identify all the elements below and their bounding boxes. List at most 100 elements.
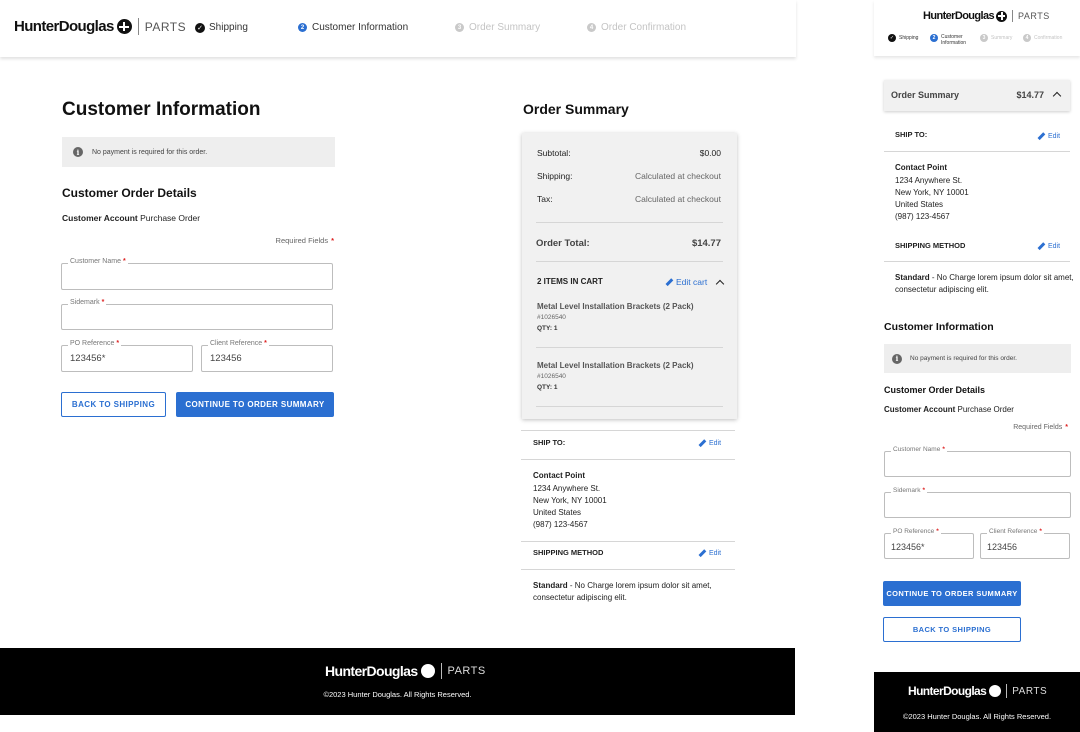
cart-item-qty: QTY: 1 xyxy=(537,325,558,332)
step-label: Customer Information xyxy=(312,22,409,33)
step-number: 3 xyxy=(455,23,464,32)
step-summary: 3 Summary xyxy=(980,34,1012,42)
ship-to-name: Contact Point xyxy=(533,471,585,480)
pencil-icon xyxy=(1037,243,1044,250)
ship-to-edit-link[interactable]: Edit xyxy=(698,440,721,447)
back-to-shipping-button[interactable]: BACK TO SHIPPING xyxy=(883,617,1021,642)
brand-name: HunterDouglas xyxy=(923,10,995,22)
customer-account-value: Purchase Order xyxy=(140,213,201,223)
step-shipping[interactable]: ✓ Shipping xyxy=(888,34,918,42)
step-confirmation: 4 Confirmation xyxy=(1023,34,1062,42)
edit-label: Edit xyxy=(709,440,722,447)
step-label: Shipping xyxy=(209,22,248,33)
client-reference-field[interactable]: Client Reference * 123456 xyxy=(980,528,1070,559)
ship-to-name: Contact Point xyxy=(895,163,947,172)
cart-item-name: Metal Level Installation Brackets (2 Pac… xyxy=(537,361,694,370)
order-details-heading: Customer Order Details xyxy=(884,385,986,395)
back-to-shipping-button[interactable]: BACK TO SHIPPING xyxy=(61,392,166,417)
brand-divider xyxy=(1012,10,1014,22)
step-label: Summary xyxy=(991,35,1013,41)
required-marker: * xyxy=(331,236,334,245)
chevron-up-icon[interactable] xyxy=(715,279,725,289)
chevron-up-icon[interactable] xyxy=(1052,91,1062,101)
edit-label: Edit xyxy=(709,550,722,557)
payment-notice: i No payment is required for this order. xyxy=(884,344,1071,373)
step-shipping[interactable]: ✓ Shipping xyxy=(195,22,248,33)
edit-cart-link[interactable]: Edit cart xyxy=(665,277,707,287)
customer-name-field[interactable]: Customer Name * xyxy=(884,446,1071,477)
divider xyxy=(884,261,1070,262)
divider xyxy=(521,430,735,431)
step-customer-information[interactable]: 2 Customer Information xyxy=(298,22,408,33)
ship-to-phone: (987) 123-4567 xyxy=(895,212,950,221)
step-customer-information[interactable]: 2 Customer Information xyxy=(930,34,966,46)
step-label: Order Confirmation xyxy=(601,22,687,33)
client-reference-value: 123456 xyxy=(210,353,242,364)
cart-item-qty: QTY: 1 xyxy=(537,384,558,391)
cart-item-sku: #1026540 xyxy=(537,373,566,380)
footer-brand-logo[interactable]: HunterDouglas PARTS xyxy=(908,684,1047,698)
continue-to-order-summary-button[interactable]: CONTINUE TO ORDER SUMMARY xyxy=(883,581,1021,606)
customer-name-label: Customer Name * xyxy=(68,258,128,265)
customer-name-field[interactable]: Customer Name * xyxy=(61,258,333,290)
client-reference-field[interactable]: Client Reference * 123456 xyxy=(201,340,333,372)
step-number: 4 xyxy=(587,23,596,32)
divider xyxy=(536,347,723,348)
brand-logo[interactable]: HunterDouglas PARTS xyxy=(923,10,1050,22)
pencil-icon xyxy=(698,550,705,557)
step-label: Order Summary xyxy=(469,22,541,33)
ship-to-country: United States xyxy=(895,200,944,209)
step-label-line: Information xyxy=(941,40,967,46)
brand-logo[interactable]: HunterDouglas PARTS xyxy=(14,18,186,35)
shipping-method-edit-link[interactable]: Edit xyxy=(1037,243,1060,250)
shipping-method-edit-link[interactable]: Edit xyxy=(698,550,721,557)
sidemark-field[interactable]: Sidemark * xyxy=(61,299,333,330)
order-total-value: $14.77 xyxy=(1016,90,1044,100)
ship-to-edit-link[interactable]: Edit xyxy=(1037,133,1060,140)
sidemark-field[interactable]: Sidemark * xyxy=(884,487,1071,518)
shipping-value: Calculated at checkout xyxy=(635,171,721,181)
po-reference-field[interactable]: PO Reference * 123456* xyxy=(884,528,974,559)
hunterdouglas-logo-icon xyxy=(989,685,1002,697)
mobile-order-summary-toggle[interactable]: Order Summary $14.77 xyxy=(884,80,1070,111)
copyright: ©2023 Hunter Douglas. All Rights Reserve… xyxy=(902,712,1052,721)
client-reference-label: Client Reference * xyxy=(208,340,269,347)
shipping-method-text: Standard - No Charge lorem ipsum dolor s… xyxy=(533,580,728,604)
pencil-icon xyxy=(698,440,705,447)
items-in-cart-heading: 2 ITEMS IN CART xyxy=(537,277,603,286)
shipping-method-name: Standard xyxy=(895,273,930,282)
step-number: 4 xyxy=(1023,34,1031,42)
brand-name: HunterDouglas xyxy=(908,684,987,698)
check-icon: ✓ xyxy=(195,22,205,33)
continue-to-order-summary-button[interactable]: CONTINUE TO ORDER SUMMARY xyxy=(176,392,334,417)
page-title: Customer Information xyxy=(62,99,261,120)
ship-to-heading: SHIP TO: xyxy=(895,130,928,139)
brand-divider xyxy=(137,18,139,35)
brand-divider xyxy=(440,663,442,679)
footer-brand-logo[interactable]: HunterDouglas PARTS xyxy=(325,663,486,679)
divider xyxy=(521,569,735,570)
ship-to-address1: 1234 Anywhere St. xyxy=(895,176,963,185)
tax-value: Calculated at checkout xyxy=(635,194,721,204)
divider xyxy=(884,151,1070,152)
po-reference-field[interactable]: PO Reference * 123456* xyxy=(61,340,193,372)
copyright: ©2023 Hunter Douglas. All Rights Reserve… xyxy=(323,690,472,699)
mobile-header: HunterDouglas PARTS ✓ Shipping 2 Custome… xyxy=(874,0,1080,56)
shipping-method-heading: SHIPPING METHOD xyxy=(895,241,966,250)
pencil-icon xyxy=(1037,133,1044,140)
desktop-view: HunterDouglas PARTS ✓ Shipping 2 Custome… xyxy=(0,0,796,732)
tax-label: Tax: xyxy=(537,194,553,204)
divider xyxy=(521,541,735,542)
ship-to-address1: 1234 Anywhere St. xyxy=(533,484,601,493)
divider xyxy=(536,406,723,407)
order-summary-card: Subtotal: $0.00 Shipping: Calculated at … xyxy=(522,133,737,419)
client-reference-label: Client Reference * xyxy=(987,528,1044,535)
sidemark-label: Sidemark * xyxy=(891,487,927,494)
order-summary-title: Order Summary xyxy=(523,101,629,117)
divider xyxy=(521,459,735,460)
edit-cart-label: Edit cart xyxy=(676,277,708,287)
step-order-summary: 3 Order Summary xyxy=(455,22,540,33)
brand-sub: PARTS xyxy=(1018,11,1050,21)
order-total-label: Order Total: xyxy=(536,238,590,249)
site-header: HunterDouglas PARTS ✓ Shipping 2 Custome… xyxy=(0,0,796,57)
